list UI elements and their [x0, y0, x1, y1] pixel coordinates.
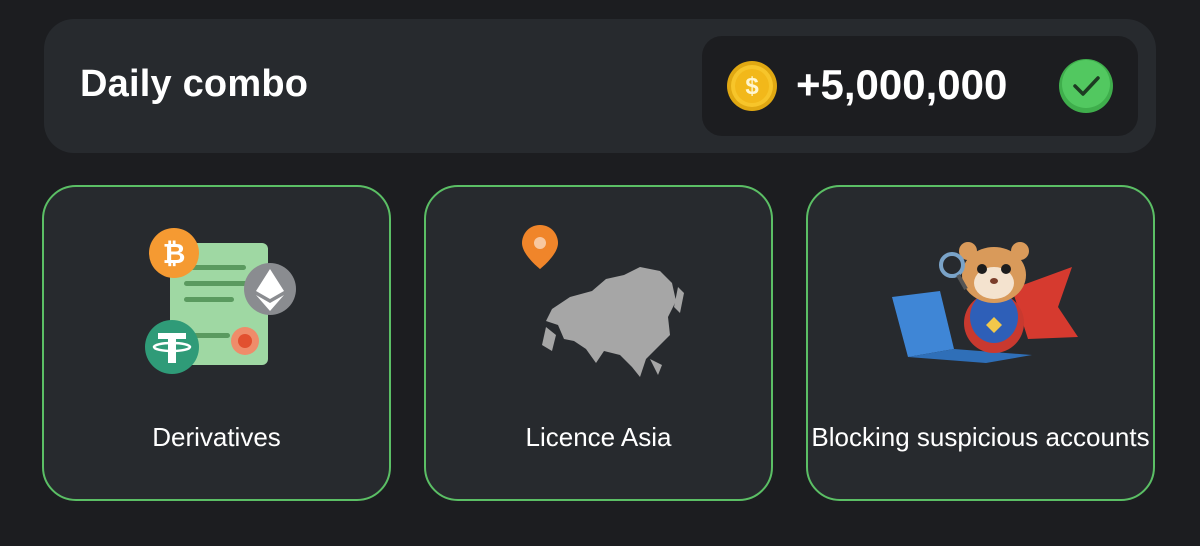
page-title: Daily combo	[80, 63, 309, 105]
crypto-document-illustration: ₿	[145, 228, 296, 374]
card-label: Derivatives	[152, 422, 281, 452]
card-label: Licence Asia	[525, 422, 672, 452]
reward-amount: +5,000,000	[796, 61, 1008, 108]
daily-combo-header: Daily combo $ +5,000,000	[44, 19, 1156, 153]
svg-text:₿: ₿	[163, 238, 186, 269]
asia-map-pin-illustration	[522, 225, 684, 377]
hamster-detective-laptop-illustration	[892, 242, 1078, 363]
combo-reward-box: $ +5,000,000	[702, 36, 1138, 136]
combo-card-derivatives[interactable]: ₿ Derivatives	[42, 185, 391, 501]
combo-card-licence-asia[interactable]: Licence Asia	[424, 185, 773, 501]
card-label: Blocking suspicious accounts	[811, 422, 1150, 452]
combo-card-blocking-suspicious-accounts[interactable]: Blocking suspicious accounts	[806, 185, 1155, 501]
daily-combo-screen: Daily combo $ +5,000,000 ₿ Derivatives L…	[0, 0, 1200, 546]
dollar-coin-icon: $	[727, 61, 777, 111]
green-check-icon	[1059, 59, 1113, 113]
svg-text:$: $	[745, 73, 759, 100]
